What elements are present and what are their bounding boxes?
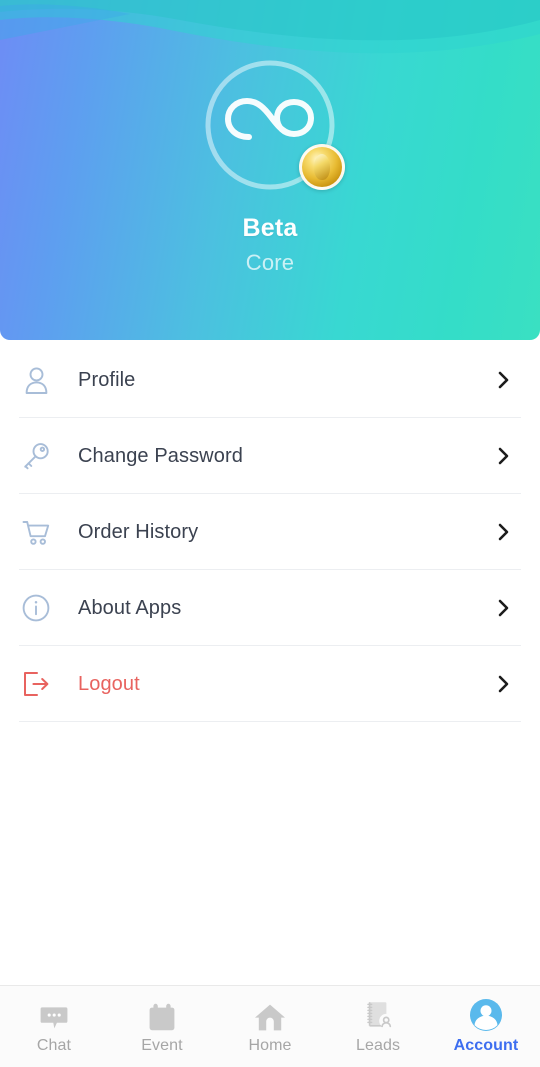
logout-icon (19, 667, 53, 701)
tab-label: Event (141, 1037, 183, 1054)
chat-bubble-icon (37, 1000, 71, 1032)
menu-item-change-password[interactable]: Change Password (0, 418, 540, 494)
user-icon (19, 363, 53, 397)
tab-chat[interactable]: Chat (0, 986, 108, 1067)
menu-item-label: Order History (78, 520, 199, 543)
bottom-navigation: Chat Event Home Leads Account (0, 985, 540, 1067)
menu-item-label: About Apps (78, 596, 182, 619)
tab-home[interactable]: Home (216, 986, 324, 1067)
tab-leads[interactable]: Leads (324, 986, 432, 1067)
gold-coin-badge-icon (299, 144, 345, 190)
info-icon (19, 591, 53, 625)
chevron-right-icon[interactable] (495, 598, 511, 618)
profile-subtitle: Core (245, 250, 295, 275)
tab-label: Leads (355, 1037, 401, 1054)
tab-event[interactable]: Event (108, 986, 216, 1067)
avatar[interactable] (203, 58, 345, 192)
calendar-icon (145, 1000, 179, 1032)
tab-account[interactable]: Account (432, 986, 540, 1067)
menu-item-logout[interactable]: Logout (0, 646, 540, 722)
chevron-right-icon[interactable] (495, 522, 511, 542)
tab-label: Home (248, 1037, 292, 1054)
tab-label: Chat (36, 1037, 72, 1054)
account-screen: Beta Core Profile Change Password Order … (0, 0, 540, 1067)
profile-identity: Beta Core (0, 58, 540, 276)
profile-header: Beta Core (0, 0, 540, 340)
menu-item-order-history[interactable]: Order History (0, 494, 540, 570)
home-icon (253, 1000, 287, 1032)
chevron-right-icon[interactable] (495, 674, 511, 694)
key-icon (19, 439, 53, 473)
menu-item-label: Change Password (78, 444, 243, 467)
cart-icon (19, 515, 53, 549)
profile-name: Beta (242, 214, 298, 242)
account-menu-list: Profile Change Password Order History Ab… (0, 340, 540, 985)
menu-item-profile[interactable]: Profile (0, 342, 540, 418)
menu-item-label: Logout (78, 672, 140, 695)
account-circle-icon (469, 999, 503, 1032)
chevron-right-icon[interactable] (495, 446, 511, 466)
chevron-right-icon[interactable] (495, 370, 511, 390)
menu-item-about-apps[interactable]: About Apps (0, 570, 540, 646)
menu-item-label: Profile (78, 368, 136, 391)
tab-label: Account (453, 1037, 519, 1054)
notebook-person-icon (361, 1000, 395, 1032)
